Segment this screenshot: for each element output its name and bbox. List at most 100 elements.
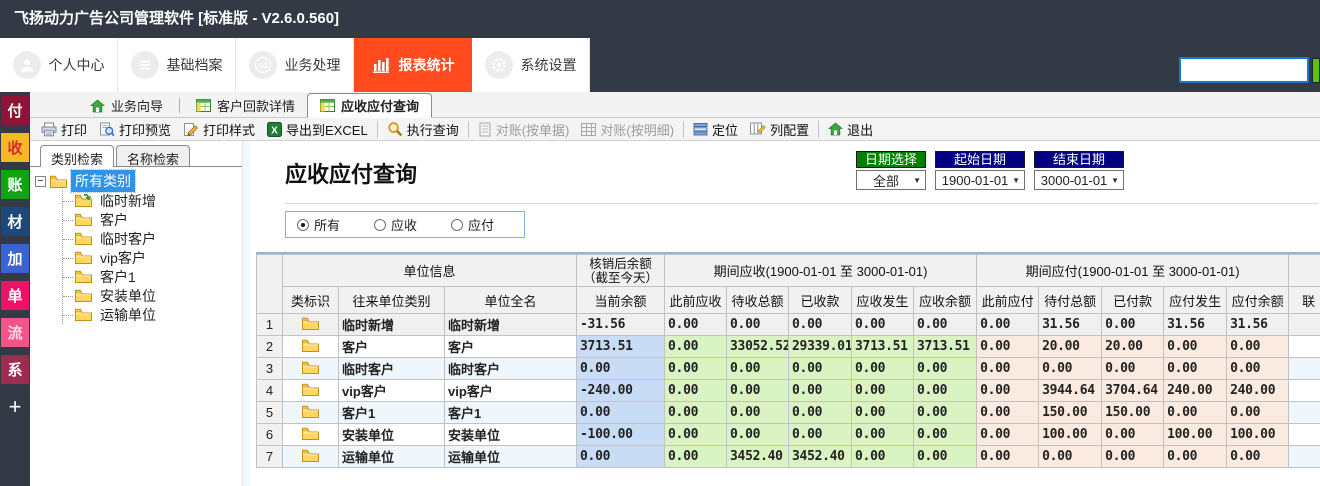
search-icon [387,121,403,137]
column-header[interactable]: 待收总额 [726,286,790,314]
nav-item-label: 基础档案 [166,57,223,73]
nav-item-personal-center[interactable]: 个人中心 [0,38,118,92]
tree-item-7[interactable]: 运输单位 [63,305,242,324]
row-number-cell: 5 [256,401,283,424]
side-strip-plus-button[interactable]: + [1,392,29,421]
receivable-cell: 29339.01 [788,335,853,358]
tab-business-guide[interactable]: 业务向导 [78,94,175,117]
tree-item-5[interactable]: 客户1 [63,267,242,286]
table-row[interactable]: 2 客户 客户 3713.51 0.00 33052.52 29339.01 3713.51 3… [256,335,1320,358]
table-row[interactable]: 4 vip客户 vip客户 -240.00 0.00 0.00 0.00 0.00 0.00 0.… [256,379,1320,402]
top-navbar: 个人中心 基础档案 AD 业务处理 报表统计 系统设置 [0,38,1320,92]
collapse-icon[interactable]: − [35,175,46,187]
side-strip-flow-button[interactable]: 流 [1,318,29,347]
tree-item-1[interactable]: 临时新增 [63,191,242,210]
radio-icon [451,218,464,231]
tree-item-4[interactable]: vip客户 [63,248,242,267]
search-button[interactable] [1312,58,1320,83]
table-row[interactable]: 7 运输单位 运输单位 0.00 0.00 3452.40 3452.40 0.00 0.00 0… [256,445,1320,468]
toolbar-print-button[interactable]: 打印 [35,119,93,140]
toolbar-exit-button[interactable]: 退出 [822,119,879,140]
panel-tab-category-search[interactable]: 类别检索 [40,145,115,167]
date-mode-select[interactable]: 全部 ▼ [856,170,926,190]
nav-item-base-archives[interactable]: 基础档案 [118,38,236,92]
toolbar-button-label: 列配置 [770,122,810,138]
column-header[interactable]: 当前余额 [576,286,666,314]
column-header[interactable]: 应收发生 [851,286,915,314]
side-strip-pay-button[interactable]: 付 [1,96,29,125]
payable-cell: 0.00 [1226,445,1290,468]
toolbar-locate-button[interactable]: 定位 [687,119,744,140]
row-number-header [256,254,283,314]
receivable-cell: 0.00 [788,357,853,380]
toolbar: 打印 打印预览 打印样式 X 导出到EXCEL 执行查询 对账(按单据) 对账(按明细) 定位 列… [30,118,1320,141]
receivable-cell: 0.00 [788,313,853,336]
toolbar-column-config-button[interactable]: 列配置 [744,119,815,140]
main-area: 应收应付查询 日期选择 全部 ▼ 起始日期 1900-01-01 ▼ 结束日期 3000-01… [252,141,1320,486]
column-header[interactable]: 此前应付 [976,286,1040,314]
radio-payable[interactable]: 应付 [451,215,494,234]
tab-customer-payback[interactable]: 客户回款详情 [184,94,307,117]
receivable-cell: 0.00 [726,357,790,380]
side-strip-collect-button[interactable]: 收 [1,133,29,162]
tab-recv-pay-query[interactable]: 应收应付查询 [307,93,433,118]
tree-item-6[interactable]: 安装单位 [63,286,242,305]
tree-item-3[interactable]: 临时客户 [63,229,242,248]
side-strip-system-button[interactable]: 系 [1,355,29,384]
nav-item-business-process[interactable]: AD 业务处理 [236,38,354,92]
table-row[interactable]: 1 临时新增 临时新增 -31.56 0.00 0.00 0.00 0.00 0.00 0.00 3… [256,313,1320,336]
folder-icon [302,427,319,440]
toolbar-print-preview-button[interactable]: 打印预览 [93,119,177,140]
panel-scrollbar[interactable] [242,141,250,486]
category-flag-cell [282,313,339,336]
side-strip-order-button[interactable]: 单 [1,281,29,310]
column-header[interactable]: 应付发生 [1163,286,1228,314]
column-header[interactable]: 类标识 [282,286,339,314]
current-balance-cell: -31.56 [576,313,666,336]
column-header[interactable]: 应付余额 [1226,286,1290,314]
panel-tab-name-search[interactable]: 名称检索 [116,145,191,167]
toolbar-button-label: 导出到EXCEL [286,122,368,138]
nav-item-report-stats[interactable]: 报表统计 [354,38,472,92]
toolbar-reconcile-by-doc-button: 对账(按单据) [472,119,576,140]
unit-name-cell: 客户1 [443,401,578,424]
payable-cell: 0.00 [1101,357,1165,380]
tree-item-2[interactable]: 客户 [63,210,242,229]
column-header[interactable]: 联 [1288,286,1320,314]
grid-icon [581,122,597,136]
toolbar-separator [376,120,378,138]
side-strip-material-button[interactable]: 材 [1,207,29,236]
column-header[interactable]: 此前应收 [664,286,728,314]
toolbar-export-excel-button[interactable]: X 导出到EXCEL [261,119,374,140]
start-date-select[interactable]: 1900-01-01 ▼ [935,170,1025,190]
table-row[interactable]: 3 临时客户 临时客户 0.00 0.00 0.00 0.00 0.00 0.00 0.00 0.0… [256,357,1320,380]
receivable-cell: 3713.51 [913,335,978,358]
column-header[interactable]: 已收款 [788,286,853,314]
end-date-select[interactable]: 3000-01-01 ▼ [1034,170,1124,190]
column-header[interactable]: 应收余额 [913,286,978,314]
radio-icon [374,218,387,231]
column-header[interactable]: 已付款 [1101,286,1165,314]
column-header[interactable]: 往来单位类别 [338,286,445,314]
receivable-cell: 0.00 [851,401,915,424]
radio-all[interactable]: 所有 [297,215,340,234]
locate-icon [693,122,708,136]
nav-item-system-settings[interactable]: 系统设置 [472,38,590,92]
radio-receivable[interactable]: 应收 [374,215,417,234]
side-strip-account-button[interactable]: 账 [1,170,29,199]
tab-label: 业务向导 [111,99,164,114]
side-strip-add-button[interactable]: 加 [1,244,29,273]
toolbar-button-label: 打印样式 [203,122,256,138]
column-header[interactable]: 待付总额 [1038,286,1103,314]
toolbar-run-query-button[interactable]: 执行查询 [381,119,465,140]
payable-cell: 0.00 [1038,445,1103,468]
column-header[interactable]: 单位全名 [443,286,578,314]
tab-label: 应收应付查询 [341,99,420,114]
table-row[interactable]: 6 安装单位 安装单位 -100.00 0.00 0.00 0.00 0.00 0.00 0.00… [256,423,1320,446]
toolbar-print-style-button[interactable]: 打印样式 [177,119,261,140]
unit-name-cell: 客户 [443,335,578,358]
table-row[interactable]: 5 客户1 客户1 0.00 0.00 0.00 0.00 0.00 0.00 0.00 150.0… [256,401,1320,424]
current-balance-cell: 0.00 [576,357,666,380]
tree-root-item[interactable]: − 所有类别 [35,169,242,193]
search-input[interactable] [1179,57,1309,83]
